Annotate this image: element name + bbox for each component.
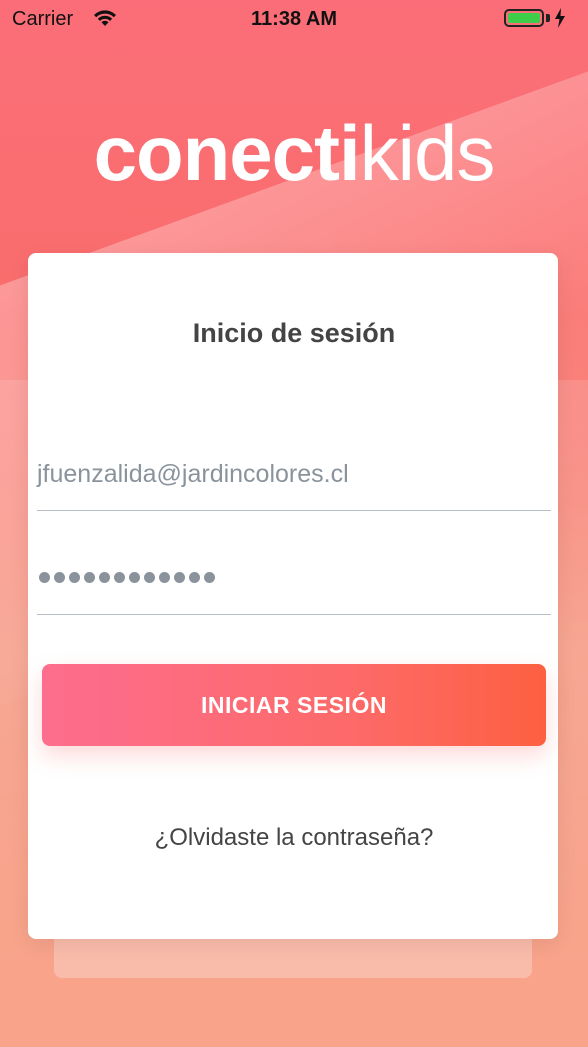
password-field[interactable] bbox=[37, 560, 551, 615]
password-dot bbox=[144, 572, 155, 583]
login-title: Inicio de sesión bbox=[192, 318, 396, 348]
password-dot bbox=[114, 572, 125, 583]
battery-level bbox=[508, 13, 540, 23]
charging-bolt-icon bbox=[555, 8, 565, 28]
battery-icon bbox=[504, 9, 544, 27]
logo-bold-text: conecti bbox=[93, 109, 361, 197]
email-field[interactable]: jfuenzalida@jardincolores.cl bbox=[37, 456, 551, 511]
password-mask bbox=[39, 572, 215, 583]
password-dot bbox=[69, 572, 80, 583]
forgot-password-link[interactable]: ¿Olvidaste la contraseña? bbox=[0, 824, 588, 852]
password-dot bbox=[84, 572, 95, 583]
password-dot bbox=[204, 572, 215, 583]
logo-light-text: kids bbox=[359, 109, 496, 197]
app-logo: conectikids bbox=[0, 108, 588, 198]
email-value: jfuenzalida@jardincolores.cl bbox=[37, 460, 349, 488]
status-time: 11:38 AM bbox=[251, 8, 337, 30]
password-dot bbox=[174, 572, 185, 583]
battery-cap bbox=[546, 14, 550, 22]
status-bar: Carrier 11:38 AM bbox=[0, 0, 588, 40]
password-dot bbox=[39, 572, 50, 583]
password-dot bbox=[129, 572, 140, 583]
password-dot bbox=[189, 572, 200, 583]
password-dot bbox=[99, 572, 110, 583]
password-dot bbox=[159, 572, 170, 583]
password-dot bbox=[54, 572, 65, 583]
login-button[interactable]: INICIAR SESIÓN bbox=[42, 664, 546, 746]
